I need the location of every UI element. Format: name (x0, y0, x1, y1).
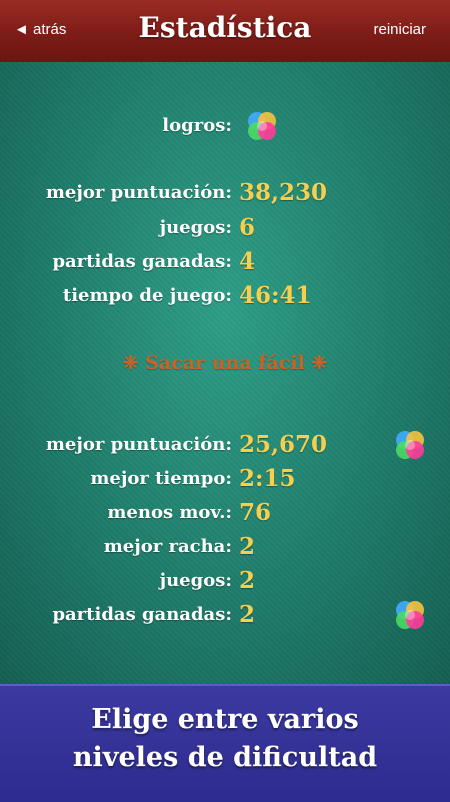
stat-value: 2 (239, 567, 256, 594)
stat-label: menos mov.: (107, 502, 232, 523)
banner-line-1: Elige entre varios (91, 704, 359, 735)
stat-value: 6 (239, 214, 256, 241)
stat-value: 2 (239, 601, 256, 628)
stat-value: 25,670 (239, 431, 328, 458)
stat-row: mejor puntuación: 38,230 (0, 176, 450, 210)
stat-row: mejor puntuación: 25,670 (0, 428, 450, 462)
promo-banner: Elige entre varios niveles de dificultad (0, 684, 450, 802)
stat-value: 2:15 (239, 465, 296, 492)
stat-value: 2 (239, 533, 256, 560)
stat-value: 76 (239, 499, 272, 526)
game-center-icon[interactable] (393, 598, 427, 632)
stat-row: partidas ganadas: 2 (0, 598, 450, 632)
difficulty-section-title: ❈ Sacar una fácil ❈ (122, 352, 328, 374)
game-center-icon[interactable] (245, 109, 279, 143)
achievements-label: logros: (162, 115, 232, 136)
game-center-icon[interactable] (393, 428, 427, 462)
banner-line-2: niveles de dificultad (72, 742, 378, 773)
stat-row: mejor racha: 2 (0, 530, 450, 564)
stat-label: mejor puntuación: (45, 434, 232, 455)
stat-row: tiempo de juego: 46:41 (0, 279, 450, 313)
stat-value: 38,230 (239, 179, 328, 206)
achievements-row[interactable]: logros: (0, 109, 450, 143)
stat-row: menos mov.: 76 (0, 496, 450, 530)
stat-label: mejor tiempo: (90, 468, 232, 489)
stat-label: partidas ganadas: (52, 604, 232, 625)
stat-row: juegos: 6 (0, 211, 450, 245)
stat-label: partidas ganadas: (52, 251, 232, 272)
reset-button[interactable]: reiniciar (373, 21, 426, 38)
stat-label: mejor puntuación: (45, 182, 232, 203)
stat-label: tiempo de juego: (62, 285, 232, 306)
stat-row: mejor tiempo: 2:15 (0, 462, 450, 496)
navigation-bar: ◄ atrás Estadística reiniciar (0, 0, 450, 63)
stat-label: juegos: (159, 570, 232, 591)
stat-value: 4 (239, 248, 256, 275)
stat-label: mejor racha: (103, 536, 232, 557)
stat-row: juegos: 2 (0, 564, 450, 598)
stat-label: juegos: (159, 217, 232, 238)
stat-value: 46:41 (239, 282, 312, 309)
stat-row: partidas ganadas: 4 (0, 245, 450, 279)
